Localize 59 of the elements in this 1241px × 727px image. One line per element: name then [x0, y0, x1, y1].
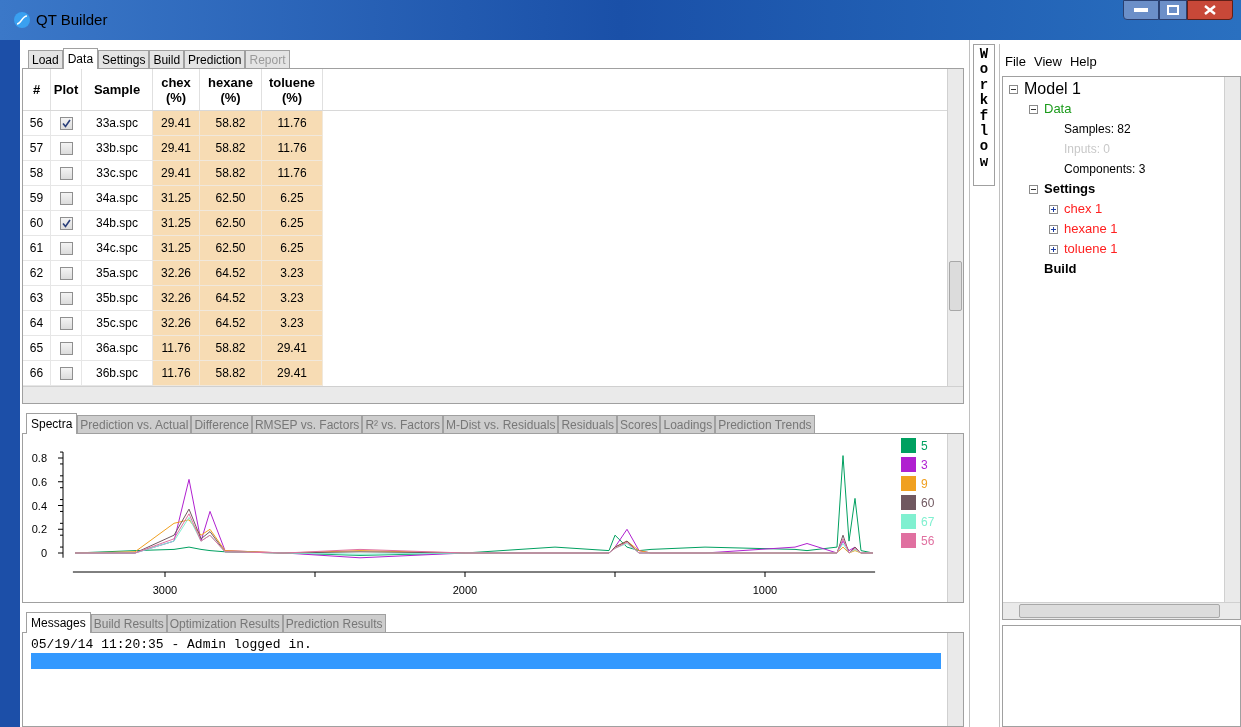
table-cell: 62.50 — [200, 186, 262, 211]
legend-label: 56 — [921, 534, 935, 548]
table-cell: 58.82 — [200, 136, 262, 161]
axis-label: 0 — [40, 547, 47, 559]
table-cell: 11.76 — [262, 136, 323, 161]
table-cell: 58.82 — [200, 111, 262, 136]
table-cell: 29.41 — [153, 111, 200, 136]
table-cell: 65 — [23, 336, 51, 361]
table-cell: 58.82 — [200, 361, 262, 386]
legend-label: 3 — [921, 458, 928, 472]
axis-label: 0.4 — [31, 499, 47, 512]
table-cell: 32.26 — [153, 261, 200, 286]
axis-label: 1000 — [752, 584, 778, 596]
table-cell: 29.41 — [153, 161, 200, 186]
table-cell: 3.23 — [262, 261, 323, 286]
table-cell: 11.76 — [262, 111, 323, 136]
table-cell: 62.50 — [200, 211, 262, 236]
axis-label: 0.2 — [31, 523, 47, 536]
table-cell: 29.41 — [262, 336, 323, 361]
table-cell: 64.52 — [200, 261, 262, 286]
table-cell: 6.25 — [262, 186, 323, 211]
table-cell: 62.50 — [200, 236, 262, 261]
table-cell: 3.23 — [262, 286, 323, 311]
message-line: 05/19/14 11:20:35 - Admin logged in. — [31, 637, 313, 653]
table-cell: 11.76 — [153, 361, 200, 386]
table-cell: 64.52 — [200, 311, 262, 336]
axis-label: 3000 — [152, 584, 178, 596]
table-cell: 64 — [23, 311, 51, 336]
table-cell: 6.25 — [262, 236, 323, 261]
table-cell: 57 — [23, 136, 51, 161]
table-cell: 3.23 — [262, 311, 323, 336]
table-cell: 59 — [23, 186, 51, 211]
legend-label: 60 — [921, 496, 935, 510]
table-cell: 58 — [23, 161, 51, 186]
table-cell: 31.25 — [153, 236, 200, 261]
axis-label: 0.8 — [31, 452, 47, 464]
table-cell: 58.82 — [200, 161, 262, 186]
table-cell: 58.82 — [200, 336, 262, 361]
table-cell: 32.26 — [153, 311, 200, 336]
table-cell: 29.41 — [153, 136, 200, 161]
table-cell: 62 — [23, 261, 51, 286]
table-cell: 31.25 — [153, 186, 200, 211]
table-cell: 29.41 — [262, 361, 323, 386]
axis-label: 2000 — [452, 584, 478, 596]
table-cell: 6.25 — [262, 211, 323, 236]
table-cell: 63 — [23, 286, 51, 311]
table-cell: 56 — [23, 111, 51, 136]
axis-label: 0.6 — [31, 475, 47, 488]
table-cell: 61 — [23, 236, 51, 261]
table-cell: 32.26 — [153, 286, 200, 311]
table-cell: 31.25 — [153, 211, 200, 236]
table-cell: 11.76 — [153, 336, 200, 361]
legend-label: 67 — [921, 515, 935, 529]
legend-label: 9 — [921, 477, 928, 491]
legend-label: 5 — [921, 439, 928, 453]
table-cell: 11.76 — [262, 161, 323, 186]
window-title: QT Builder — [36, 9, 108, 30]
table-cell: 60 — [23, 211, 51, 236]
table-cell: 64.52 — [200, 286, 262, 311]
